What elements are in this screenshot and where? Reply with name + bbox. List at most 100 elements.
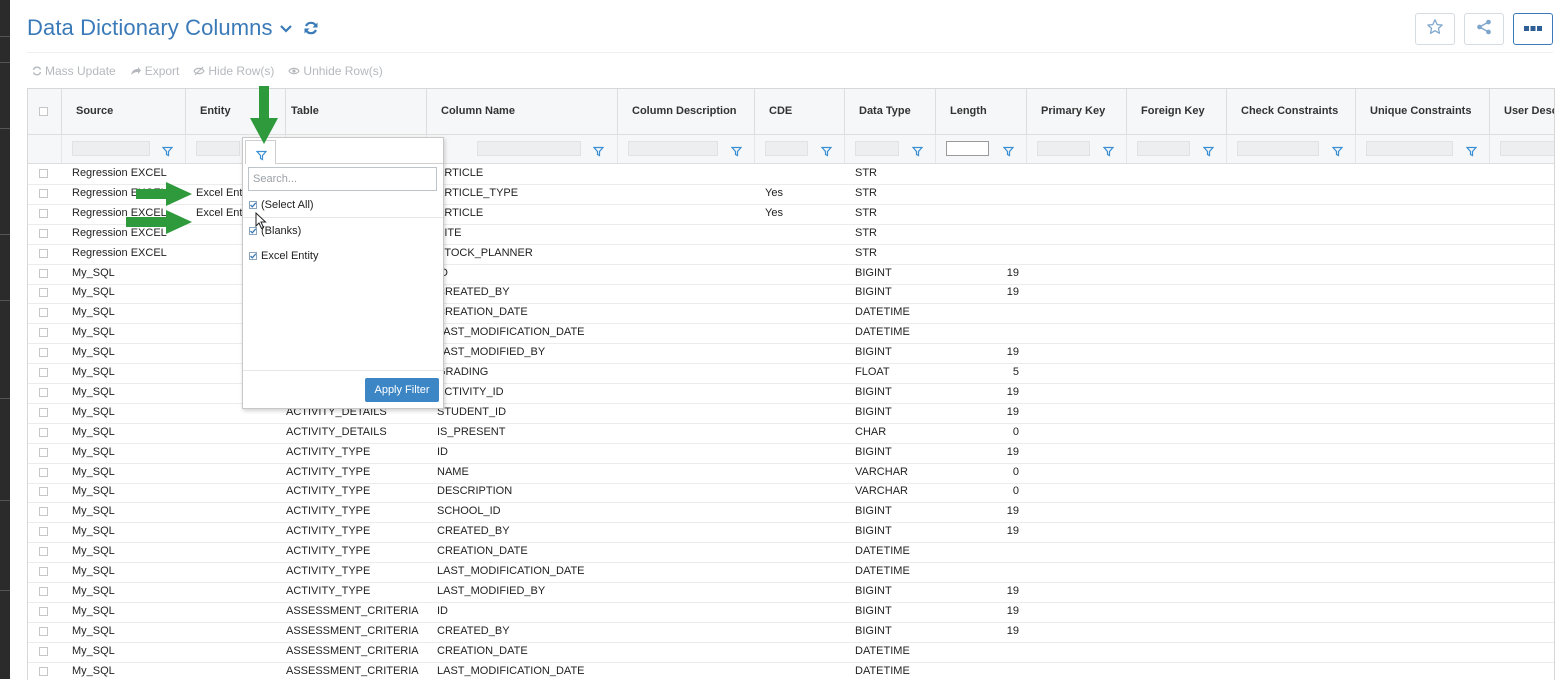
table-row[interactable]: My_SQL ACTIVITY_TYPE LAST_MODIFICATION_DAT… — [28, 562, 1554, 583]
col-header-foreign-key[interactable]: Foreign Key — [1127, 89, 1227, 134]
table-row[interactable]: My_SQL ACTIVITY_TYPE DESCRIPTION VARCHAR 0 — [28, 482, 1554, 503]
mass-update-button[interactable]: Mass Update — [32, 64, 116, 78]
filter-icon[interactable] — [1202, 144, 1215, 157]
foreign-key-filter-input[interactable] — [1137, 141, 1190, 156]
check-constraints-filter-input[interactable] — [1237, 141, 1319, 156]
table-row[interactable]: My_SQL ASSESSMENT_CRITERIA CREATION_DATE DA… — [28, 642, 1554, 663]
col-header-length[interactable]: Length — [936, 89, 1027, 134]
cell-table: ACTIVITY_DETAILS — [286, 426, 387, 438]
filter-icon[interactable] — [730, 144, 743, 157]
row-checkbox[interactable] — [39, 229, 48, 238]
cell-data-type: BIGINT — [855, 386, 892, 398]
filter-icon[interactable] — [1331, 144, 1344, 157]
row-checkbox[interactable] — [39, 527, 48, 536]
table-row[interactable]: My_SQL ACTIVITY_TYPE NAME VARCHAR 0 — [28, 463, 1554, 484]
col-header-table[interactable]: Table — [286, 89, 427, 134]
row-checkbox[interactable] — [39, 468, 48, 477]
row-checkbox[interactable] — [39, 547, 48, 556]
cell-length: 19 — [1006, 625, 1019, 637]
column-name-filter-input[interactable] — [477, 141, 581, 156]
filter-option-checkbox[interactable] — [249, 252, 257, 260]
filter-icon[interactable] — [592, 144, 605, 157]
table-row[interactable]: My_SQL ACTIVITY_DETAILS IS_PRESENT CHAR 0 — [28, 423, 1554, 444]
row-checkbox[interactable] — [39, 587, 48, 596]
chevron-down-icon[interactable] — [279, 21, 293, 35]
column-description-filter-input[interactable] — [628, 141, 718, 156]
filter-option-excel-entity[interactable]: Excel Entity — [249, 248, 318, 264]
row-checkbox[interactable] — [39, 348, 48, 357]
col-header-check-constraints[interactable]: Check Constraints — [1227, 89, 1356, 134]
primary-key-filter-input[interactable] — [1037, 141, 1090, 156]
source-filter-input[interactable] — [72, 141, 150, 156]
select-all-checkbox[interactable] — [39, 107, 48, 116]
favorite-button[interactable] — [1415, 13, 1455, 45]
annotation-arrow-right-icon — [136, 182, 192, 206]
col-header-column-description[interactable]: Column Description — [618, 89, 755, 134]
col-header-unique-constraints[interactable]: Unique Constraints — [1356, 89, 1490, 134]
row-checkbox[interactable] — [39, 368, 48, 377]
row-checkbox[interactable] — [39, 408, 48, 417]
length-filter-input[interactable] — [946, 141, 989, 156]
table-row[interactable]: My_SQL ACTIVITY_TYPE ID BIGINT 19 — [28, 443, 1554, 464]
share-button[interactable] — [1464, 13, 1504, 45]
table-row[interactable]: My_SQL ACTIVITY_TYPE CREATION_DATE DATETIME — [28, 542, 1554, 563]
row-checkbox[interactable] — [39, 249, 48, 258]
col-header-column-name[interactable]: Column Name — [427, 89, 618, 134]
row-checkbox[interactable] — [39, 189, 48, 198]
row-checkbox[interactable] — [39, 567, 48, 576]
table-row[interactable]: My_SQL ASSESSMENT_CRITERIA LAST_MODIFICATI… — [28, 662, 1554, 680]
cell-length: 0 — [1012, 426, 1019, 438]
row-checkbox[interactable] — [39, 169, 48, 178]
unique-constraints-filter-input[interactable] — [1366, 141, 1453, 156]
cell-table: ASSESSMENT_CRITERIA — [286, 645, 419, 657]
row-checkbox[interactable] — [39, 308, 48, 317]
apply-filter-button[interactable]: Apply Filter — [365, 378, 439, 402]
filter-icon[interactable] — [161, 144, 174, 157]
cell-column-name: CREATION_DATE — [437, 306, 528, 318]
filter-icon[interactable] — [911, 144, 924, 157]
user-description-filter-input[interactable] — [1500, 141, 1554, 156]
more-options-button[interactable] — [1513, 13, 1553, 45]
col-header-data-type[interactable]: Data Type — [845, 89, 936, 134]
filter-search-input[interactable] — [248, 167, 437, 191]
filter-option-select-all[interactable]: (Select All) — [249, 197, 314, 213]
col-header-source[interactable]: Source — [62, 89, 186, 134]
data-type-filter-input[interactable] — [855, 141, 899, 156]
cde-filter-input[interactable] — [765, 141, 808, 156]
col-header-primary-key[interactable]: Primary Key — [1027, 89, 1127, 134]
table-row[interactable]: My_SQL ACTIVITY_TYPE CREATED_BY BIGINT 19 — [28, 522, 1554, 543]
export-button[interactable]: Export — [130, 64, 179, 78]
row-checkbox[interactable] — [39, 288, 48, 297]
table-row[interactable]: My_SQL ACTIVITY_TYPE LAST_MODIFIED_BY BIGIN… — [28, 582, 1554, 603]
table-row[interactable]: My_SQL ASSESSMENT_CRITERIA ID BIGINT 19 — [28, 602, 1554, 623]
cell-source: My_SQL — [72, 625, 115, 637]
row-checkbox[interactable] — [39, 607, 48, 616]
row-checkbox[interactable] — [39, 428, 48, 437]
filter-option-checkbox[interactable] — [249, 201, 257, 209]
row-checkbox[interactable] — [39, 388, 48, 397]
hide-rows-button[interactable]: Hide Row(s) — [193, 64, 274, 78]
col-header-cde[interactable]: CDE — [755, 89, 845, 134]
filter-icon[interactable] — [820, 144, 833, 157]
row-checkbox[interactable] — [39, 269, 48, 278]
row-checkbox[interactable] — [39, 627, 48, 636]
row-checkbox[interactable] — [39, 667, 48, 676]
entity-filter-input[interactable] — [196, 141, 240, 156]
filter-icon[interactable] — [1102, 144, 1115, 157]
select-all-cell[interactable] — [28, 89, 62, 134]
table-row[interactable]: My_SQL ACTIVITY_TYPE SCHOOL_ID BIGINT 19 — [28, 502, 1554, 523]
row-checkbox[interactable] — [39, 209, 48, 218]
row-checkbox[interactable] — [39, 487, 48, 496]
filter-icon[interactable] — [1465, 144, 1478, 157]
filter-icon[interactable] — [1002, 144, 1015, 157]
row-checkbox[interactable] — [39, 647, 48, 656]
refresh-icon[interactable] — [303, 20, 319, 36]
unhide-rows-button[interactable]: Unhide Row(s) — [288, 64, 383, 78]
table-row[interactable]: My_SQL ASSESSMENT_CRITERIA CREATED_BY BIGIN… — [28, 622, 1554, 643]
row-checkbox[interactable] — [39, 328, 48, 337]
row-checkbox[interactable] — [39, 448, 48, 457]
row-checkbox[interactable] — [39, 507, 48, 516]
col-header-user-description[interactable]: User Descr — [1490, 89, 1554, 134]
filter-cell-empty — [28, 135, 62, 163]
cell-entity — [186, 622, 286, 642]
